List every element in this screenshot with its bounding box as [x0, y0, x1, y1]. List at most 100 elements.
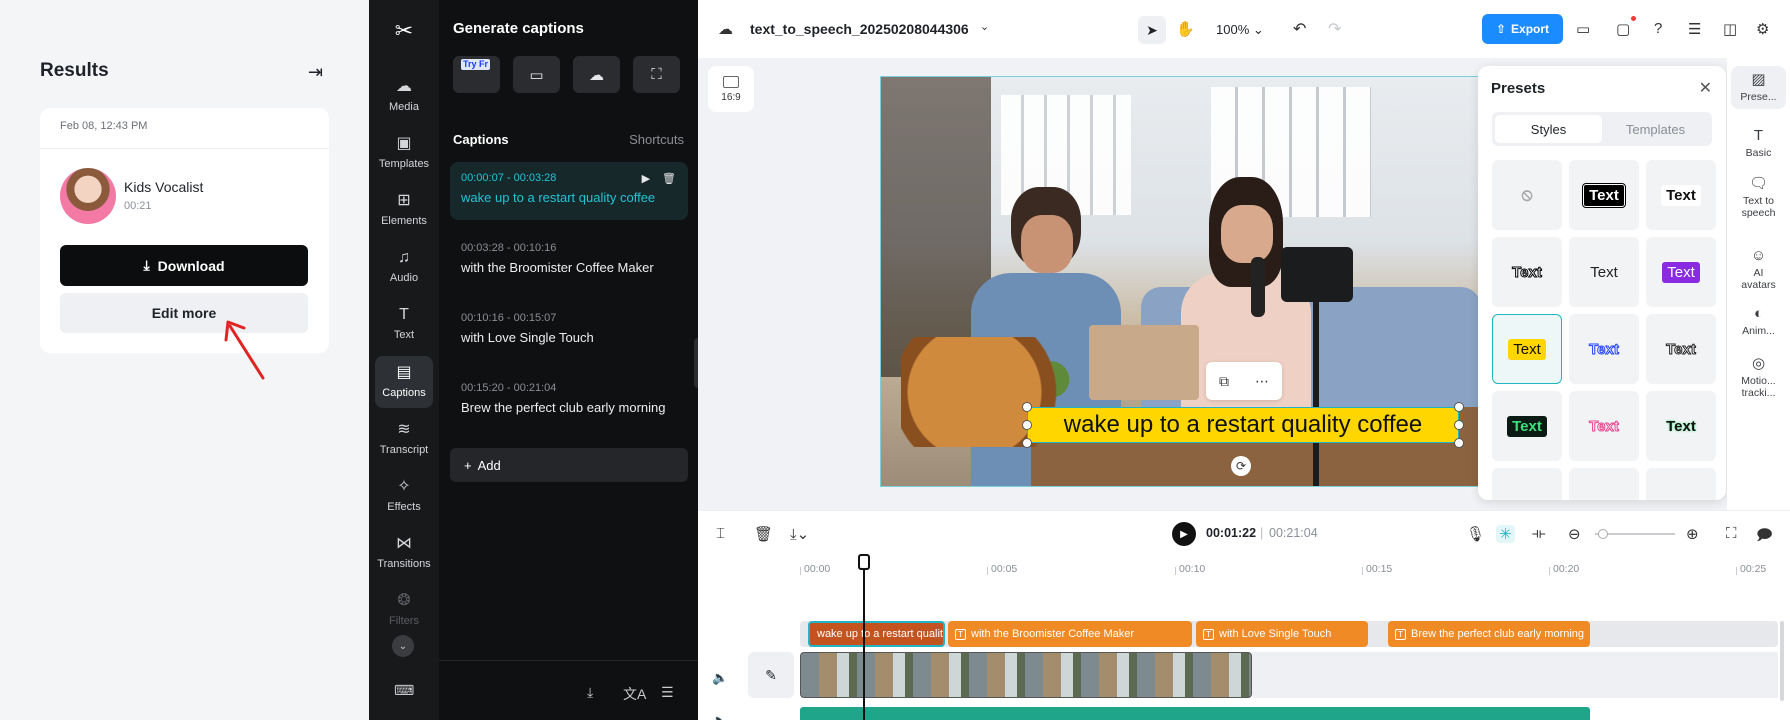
- caption-item[interactable]: 00:03:28 - 00:10:16 with the Broomister …: [450, 232, 688, 290]
- right-tool-animation[interactable]: ◐ Anim...: [1731, 306, 1786, 338]
- caption-clip[interactable]: T Brew the perfect club early morning: [1388, 621, 1590, 647]
- zoom-slider-knob[interactable]: [1598, 529, 1608, 539]
- right-tool-text-to-speech[interactable]: 🗨 Text to speech: [1731, 176, 1786, 220]
- rail-transcript[interactable]: ≋ Transcript: [375, 413, 433, 465]
- feedback-icon[interactable]: ▢: [1616, 20, 1630, 38]
- caption-clip[interactable]: T with the Broomister Coffee Maker: [948, 621, 1192, 647]
- translate-icon[interactable]: 文A: [623, 684, 646, 704]
- help-icon[interactable]: ?: [1654, 20, 1662, 37]
- collapse-panel-icon[interactable]: ⇥: [308, 62, 328, 82]
- more-options-icon[interactable]: ⋯: [1255, 373, 1269, 390]
- resize-handle[interactable]: [1022, 402, 1032, 412]
- download-captions-icon[interactable]: ⤓: [587, 684, 593, 701]
- zoom-in-icon[interactable]: ⊕: [1686, 525, 1699, 543]
- project-name[interactable]: text_to_speech_20250208044306: [750, 21, 969, 37]
- rail-audio[interactable]: ♫ Audio: [375, 241, 433, 293]
- caption-item[interactable]: 00:10:16 - 00:15:07 with Love Single Tou…: [450, 302, 688, 360]
- caption-text[interactable]: wake up to a restart quality coffee: [461, 190, 677, 205]
- resize-handle[interactable]: [1454, 420, 1464, 430]
- rail-media[interactable]: ☁ Media: [375, 70, 433, 122]
- tab-styles[interactable]: Styles: [1495, 115, 1602, 143]
- find-replace-icon[interactable]: ☰: [661, 684, 674, 701]
- volume-icon[interactable]: 🔈: [712, 713, 728, 720]
- video-clip[interactable]: [800, 652, 1252, 698]
- preset-style[interactable]: Text: [1569, 391, 1639, 461]
- resize-handle[interactable]: [1022, 438, 1032, 448]
- redo-icon[interactable]: ↷: [1328, 19, 1341, 39]
- tab-templates[interactable]: Templates: [1602, 115, 1709, 143]
- download-dropdown-icon[interactable]: ⤓⌄: [790, 525, 809, 543]
- caption-text-box[interactable]: wake up to a restart quality coffee: [1027, 407, 1459, 443]
- rotate-icon[interactable]: ⟳: [1231, 456, 1251, 476]
- rail-templates[interactable]: ▣ Templates: [375, 127, 433, 179]
- play-button[interactable]: ▶: [1172, 522, 1196, 546]
- manual-captions-button[interactable]: ▭: [513, 56, 560, 93]
- right-tool-basic[interactable]: T Basic: [1731, 128, 1786, 160]
- shortcuts-link[interactable]: Shortcuts: [629, 132, 684, 147]
- preset-style[interactable]: Text: [1569, 160, 1639, 230]
- zoom-out-icon[interactable]: ⊖: [1568, 525, 1581, 543]
- more-tools-chevron-icon[interactable]: ⌄: [392, 635, 414, 657]
- download-button[interactable]: ⤓ Download: [60, 245, 308, 286]
- rail-text[interactable]: T Text: [375, 298, 433, 350]
- preset-style[interactable]: Text: [1492, 237, 1562, 307]
- delete-icon[interactable]: 🗑: [754, 525, 773, 543]
- preset-style[interactable]: Text: [1646, 237, 1716, 307]
- hand-tool-icon[interactable]: ✋: [1176, 20, 1195, 38]
- playhead-handle[interactable]: [858, 554, 870, 570]
- resize-handle[interactable]: [1022, 420, 1032, 430]
- preset-style[interactable]: Text: [1646, 160, 1716, 230]
- settings-icon[interactable]: ⚙: [1756, 20, 1769, 38]
- caption-clip[interactable]: wake up to a restart quality coffee: [808, 621, 945, 647]
- caption-item[interactable]: 00:00:07 - 00:03:28 wake up to a restart…: [450, 162, 688, 220]
- chevron-down-icon[interactable]: ⌄: [980, 20, 989, 33]
- audio-clip[interactable]: [800, 707, 1590, 720]
- rail-effects[interactable]: ✧ Effects: [375, 470, 433, 522]
- microphone-icon[interactable]: 🎙: [1466, 525, 1485, 543]
- preset-style[interactable]: [1569, 468, 1639, 500]
- comment-icon[interactable]: 🗩: [1756, 525, 1773, 550]
- upload-captions-button[interactable]: ☁: [573, 56, 620, 93]
- preset-none[interactable]: ⦸: [1492, 160, 1562, 230]
- caption-text[interactable]: with Love Single Touch: [461, 330, 677, 345]
- rail-filters[interactable]: ❂ Filters: [375, 584, 433, 636]
- preset-style[interactable]: Text: [1646, 314, 1716, 384]
- playhead[interactable]: [863, 556, 865, 720]
- preset-style[interactable]: Text: [1492, 391, 1562, 461]
- undo-icon[interactable]: ↶: [1293, 19, 1306, 39]
- close-icon[interactable]: ✕: [1699, 78, 1712, 98]
- select-tool-icon[interactable]: ➤: [1138, 16, 1166, 44]
- preset-style[interactable]: Text: [1569, 237, 1639, 307]
- preset-style-selected[interactable]: Text: [1492, 314, 1562, 384]
- right-tool-presets[interactable]: ▨ Prese...: [1731, 66, 1786, 109]
- auto-captions-button[interactable]: Try Fr: [453, 56, 500, 93]
- resize-handle[interactable]: [1454, 438, 1464, 448]
- aspect-ratio-button[interactable]: 16:9: [708, 66, 754, 112]
- magnet-icon[interactable]: ✳: [1496, 525, 1515, 543]
- app-logo-icon[interactable]: ✂: [391, 18, 417, 43]
- edit-cover-icon[interactable]: ✎: [748, 652, 794, 698]
- keyboard-icon[interactable]: ⌨: [394, 682, 414, 699]
- preset-style[interactable]: Text: [1646, 391, 1716, 461]
- caption-text[interactable]: with the Broomister Coffee Maker: [461, 260, 677, 275]
- scan-captions-button[interactable]: ⛶: [633, 56, 680, 93]
- rail-transitions[interactable]: ⋈ Transitions: [375, 527, 433, 579]
- preset-style[interactable]: [1492, 468, 1562, 500]
- resize-handle[interactable]: [1454, 402, 1464, 412]
- export-button[interactable]: ⇧ Export: [1482, 14, 1563, 44]
- preset-style[interactable]: Text: [1569, 314, 1639, 384]
- stack-icon[interactable]: ☰: [1688, 20, 1701, 38]
- fit-icon[interactable]: ⛶: [1726, 525, 1737, 542]
- rail-captions[interactable]: ▤ Captions: [375, 356, 433, 408]
- edit-more-button[interactable]: Edit more: [60, 293, 308, 333]
- trash-icon[interactable]: 🗑: [662, 172, 676, 185]
- caption-text[interactable]: Brew the perfect club early morning: [461, 400, 677, 415]
- zoom-level[interactable]: 100% ⌄: [1216, 22, 1264, 38]
- rail-elements[interactable]: ⊞ Elements: [375, 184, 433, 236]
- add-caption-button[interactable]: + Add: [450, 448, 688, 482]
- caption-item[interactable]: 00:15:20 - 00:21:04 Brew the perfect clu…: [450, 372, 688, 430]
- volume-icon[interactable]: 🔈: [712, 670, 728, 686]
- split-icon[interactable]: ⌶: [716, 525, 725, 542]
- caption-clip[interactable]: T with Love Single Touch: [1196, 621, 1368, 647]
- monitor-add-icon[interactable]: ▭: [1576, 20, 1590, 38]
